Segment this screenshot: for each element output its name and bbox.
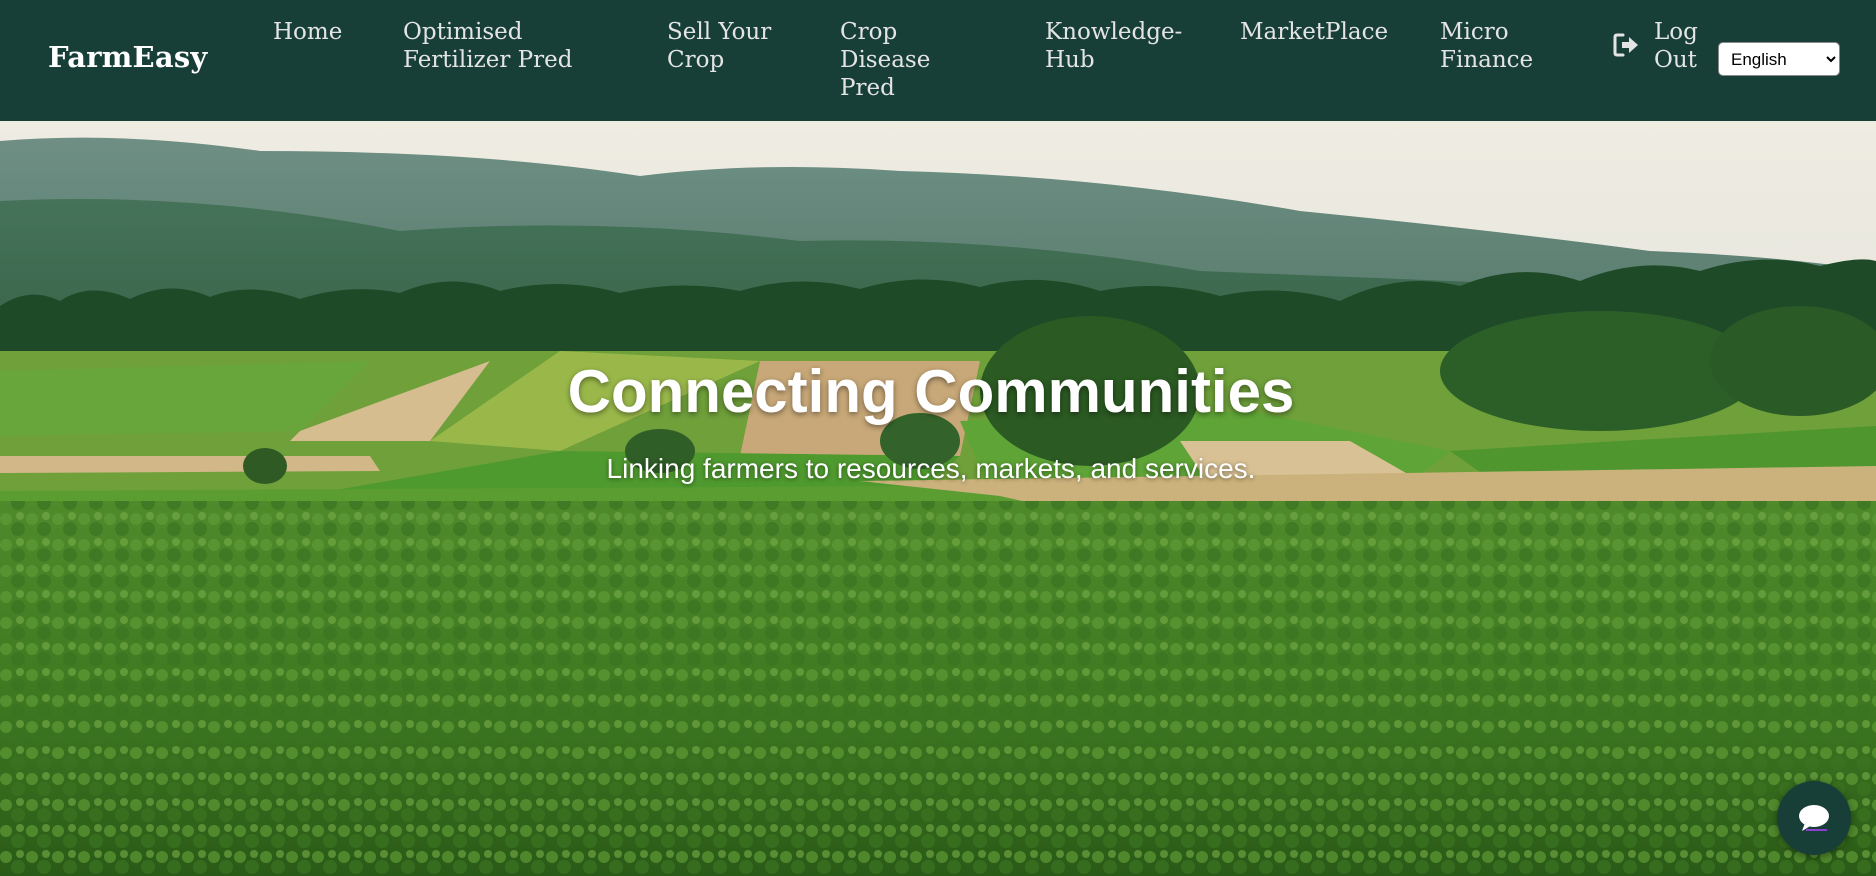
language-select[interactable]: English <box>1718 42 1840 76</box>
logout-label: Log Out <box>1654 19 1698 73</box>
chat-bubble-icon <box>1799 805 1829 831</box>
nav-link-marketplace[interactable]: MarketPlace <box>1240 18 1388 46</box>
sign-out-icon <box>1612 31 1640 59</box>
nav-link-fertilizer-pred[interactable]: Optimised Fertilizer Pred <box>403 18 603 74</box>
top-navbar: FarmEasy Home Optimised Fertilizer Pred … <box>0 0 1876 121</box>
chat-button[interactable] <box>1777 781 1851 855</box>
hero-subtitle: Linking farmers to resources, markets, a… <box>606 453 1256 484</box>
nav-link-micro-finance[interactable]: Micro Finance <box>1440 18 1540 74</box>
logout-button[interactable]: Log Out <box>1612 18 1704 74</box>
farmland-background-image <box>0 121 1876 876</box>
nav-link-crop-disease-pred[interactable]: Crop Disease Pred <box>840 18 950 102</box>
brand-logo[interactable]: FarmEasy <box>48 40 207 74</box>
hero-title: Connecting Communities <box>567 358 1295 425</box>
nav-link-home[interactable]: Home <box>273 18 342 46</box>
nav-link-sell-crop[interactable]: Sell Your Crop <box>667 18 787 74</box>
nav-link-knowledge-hub[interactable]: Knowledge-Hub <box>1045 18 1195 74</box>
hero-section: Connecting Communities Linking farmers t… <box>0 121 1876 876</box>
